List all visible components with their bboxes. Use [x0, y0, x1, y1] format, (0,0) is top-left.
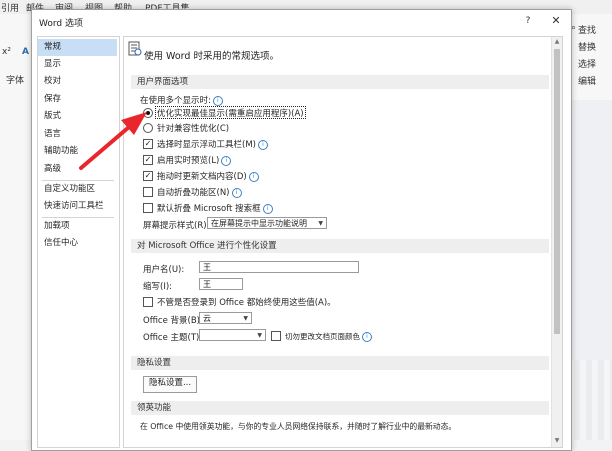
annotation-arrow [79, 112, 147, 170]
